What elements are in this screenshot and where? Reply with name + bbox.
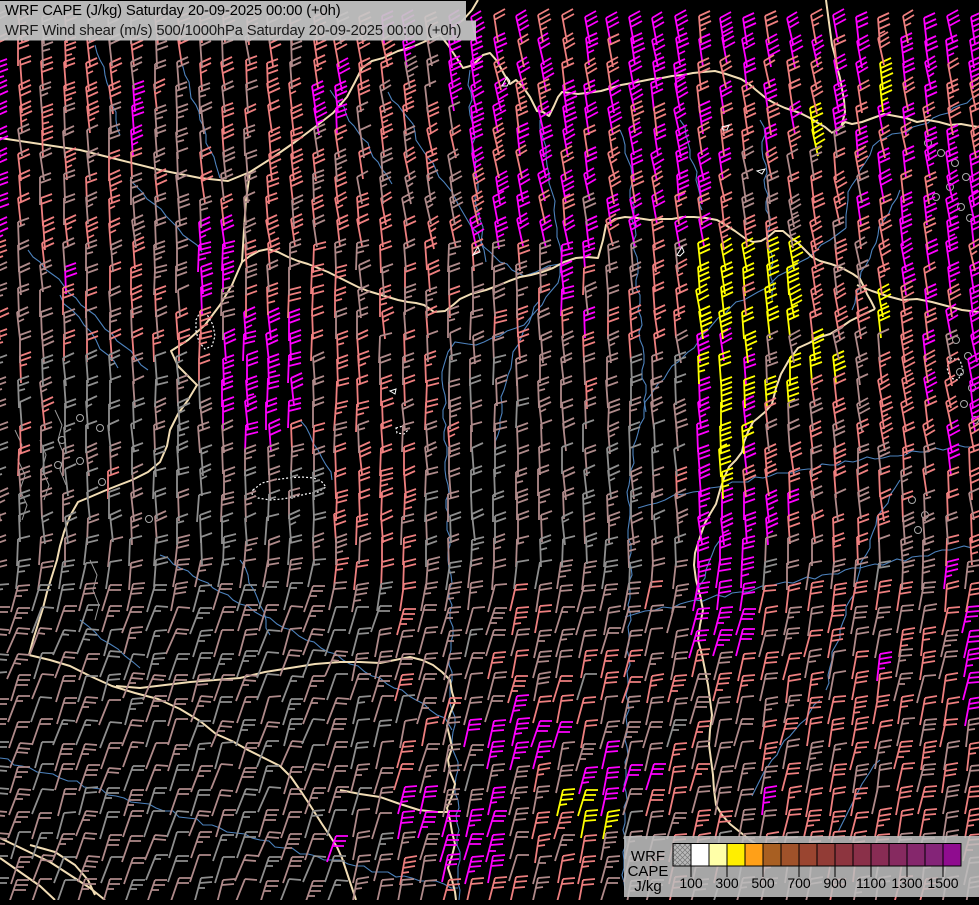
svg-text:500: 500 [751, 875, 775, 891]
svg-text:WRF Wind shear (m/s) 500/1000h: WRF Wind shear (m/s) 500/1000hPa Saturda… [5, 23, 462, 39]
svg-text:WRF CAPE (J/kg) Saturday 20-09: WRF CAPE (J/kg) Saturday 20-09-2025 00:0… [5, 3, 341, 19]
svg-text:700: 700 [787, 875, 811, 891]
svg-text:1100: 1100 [856, 875, 886, 891]
svg-text:300: 300 [715, 875, 739, 891]
svg-text:100: 100 [679, 875, 703, 891]
svg-text:J/kg: J/kg [634, 878, 662, 895]
svg-text:1500: 1500 [927, 875, 958, 891]
svg-text:900: 900 [823, 875, 847, 891]
svg-text:1300: 1300 [891, 875, 922, 891]
